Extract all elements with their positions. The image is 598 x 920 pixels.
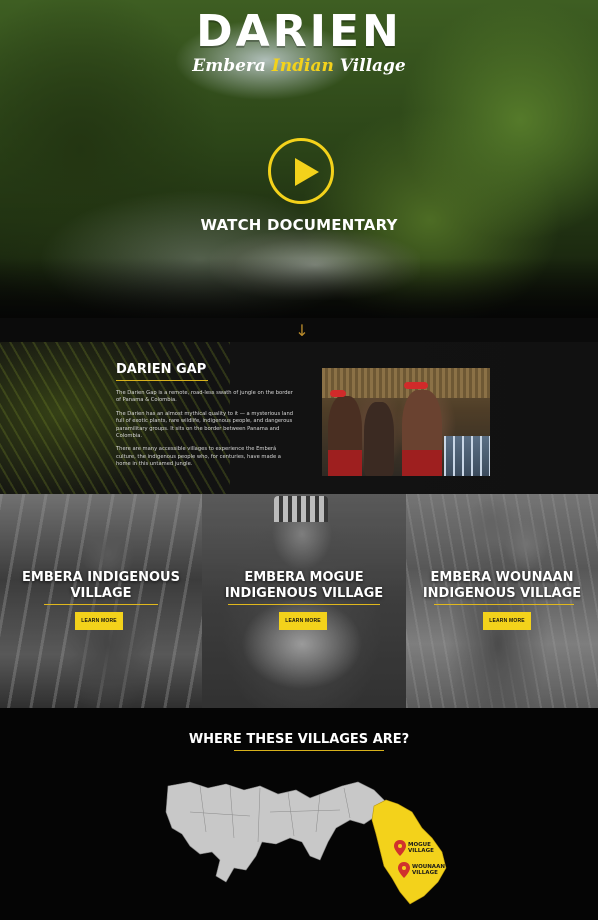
darien-gap-section: DARIEN GAP The Darien Gap is a remote, r… — [0, 342, 598, 494]
site-logo-subtitle: Embera Indian Village — [0, 56, 598, 76]
marker-label: VILLAGE — [408, 848, 434, 854]
panama-map[interactable]: MOGUE VILLAGE WOUNAAN VILLAGE — [160, 772, 460, 912]
play-documentary-button[interactable] — [268, 138, 334, 204]
village-title: EMBERA INDIGENOUS VILLAGE — [22, 570, 180, 601]
title-underline — [44, 604, 158, 605]
gap-description: The Darien Gap is a remote, road-less sw… — [116, 390, 294, 475]
arrow-down-icon[interactable]: ↓ — [293, 322, 311, 340]
map-section: WHERE THESE VILLAGES ARE? MOGUE VILLAGE … — [0, 708, 598, 920]
learn-more-button[interactable]: LEARN MORE — [483, 612, 531, 630]
subtitle-word: Embera — [192, 56, 266, 76]
paragraph: There are many accessible villages to ex… — [116, 446, 281, 468]
map-marker-mogue[interactable]: MOGUE VILLAGE — [394, 840, 434, 856]
paragraph: The Darien has an almost mythical qualit… — [116, 410, 294, 440]
subtitle-word: Indian — [271, 56, 334, 76]
title-underline — [434, 604, 574, 605]
site-logo-title[interactable]: DARIEN — [0, 6, 598, 57]
watch-documentary-link[interactable]: WATCH DOCUMENTARY — [0, 216, 598, 234]
map-heading: WHERE THESE VILLAGES ARE? — [188, 732, 410, 747]
panama-outline — [165, 781, 389, 883]
learn-more-button[interactable]: LEARN MORE — [279, 612, 327, 630]
subtitle-word: Village — [339, 56, 406, 76]
section-heading: DARIEN GAP — [116, 362, 207, 377]
villages-section: EMBERA INDIGENOUS VILLAGE LEARN MORE EMB… — [0, 494, 598, 708]
heading-underline — [116, 380, 208, 381]
learn-more-button[interactable]: LEARN MORE — [75, 612, 123, 630]
village-title: EMBERA MOGUE INDIGENOUS VILLAGE — [224, 570, 384, 601]
play-icon — [295, 158, 319, 186]
village-title: EMBERA WOUNAAN INDIGENOUS VILLAGE — [422, 570, 582, 601]
village-card-wounaan: EMBERA WOUNAAN INDIGENOUS VILLAGE LEARN … — [406, 494, 598, 708]
title-underline — [228, 604, 380, 605]
heading-underline — [234, 750, 384, 751]
village-card-embera: EMBERA INDIGENOUS VILLAGE LEARN MORE — [0, 494, 202, 708]
village-card-mogue: EMBERA MOGUE INDIGENOUS VILLAGE LEARN MO… — [202, 494, 406, 708]
paragraph: The Darien Gap is a remote, road-less sw… — [116, 390, 293, 404]
marker-label: VILLAGE — [412, 870, 438, 876]
hero-section: DARIEN Embera Indian Village WATCH DOCUM… — [0, 0, 598, 318]
embera-women-photo — [322, 368, 490, 476]
